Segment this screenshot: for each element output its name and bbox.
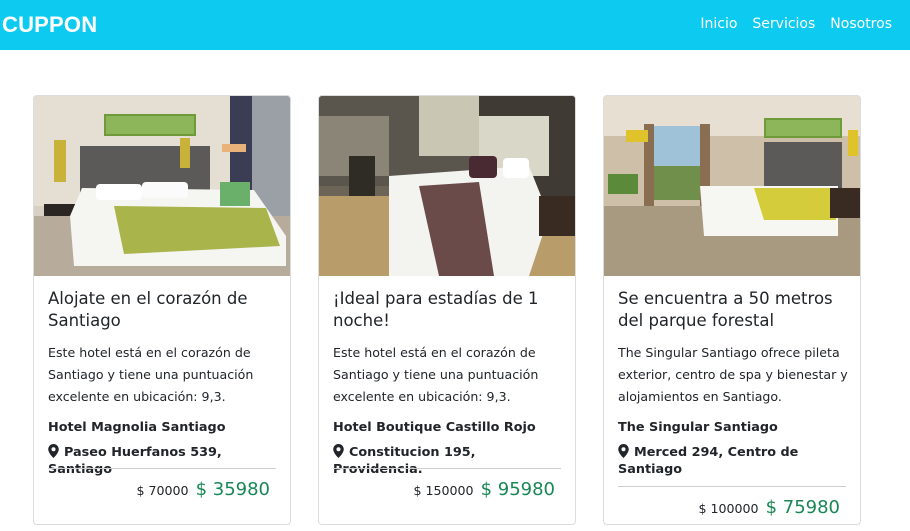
card-description: The Singular Santiago ofrece pileta exte… bbox=[618, 345, 848, 404]
address-text: Paseo Huerfanos 539, Santiago bbox=[48, 445, 222, 477]
nav-links: Inicio Servicios Nosotros bbox=[700, 16, 892, 32]
address-text: Merced 294, Centro de Santiago bbox=[618, 445, 799, 477]
map-marker-icon bbox=[333, 444, 344, 458]
hotel-image bbox=[34, 96, 290, 276]
card-title: ¡Ideal para estadías de 1 noche! bbox=[333, 289, 539, 330]
nav-link-inicio[interactable]: Inicio bbox=[700, 16, 737, 32]
new-price: $ 35980 bbox=[195, 479, 270, 500]
hotel-name: Hotel Magnolia Santiago bbox=[48, 420, 226, 435]
divider bbox=[618, 486, 846, 487]
brand-logo[interactable]: CUPPON bbox=[2, 12, 97, 38]
price-row: $ 100000 $ 75980 bbox=[698, 497, 840, 518]
hotel-address: Paseo Huerfanos 539, Santiago bbox=[48, 444, 280, 478]
navbar: CUPPON Inicio Servicios Nosotros bbox=[0, 0, 910, 50]
hotel-image bbox=[604, 96, 860, 276]
card-title: Se encuentra a 50 metros del parque fore… bbox=[618, 289, 833, 330]
new-price: $ 75980 bbox=[765, 497, 840, 518]
hotel-card: Se encuentra a 50 metros del parque fore… bbox=[603, 95, 861, 525]
hotel-name: The Singular Santiago bbox=[618, 420, 778, 435]
hotel-address: Constitucion 195, Providencia. bbox=[333, 444, 565, 478]
address-text: Constitucion 195, Providencia. bbox=[333, 445, 476, 477]
card-description: Este hotel está en el corazón de Santiag… bbox=[48, 345, 254, 404]
nav-link-nosotros[interactable]: Nosotros bbox=[830, 16, 892, 32]
hotel-name: Hotel Boutique Castillo Rojo bbox=[333, 420, 536, 435]
price-row: $ 70000 $ 35980 bbox=[136, 479, 270, 500]
price-row: $ 150000 $ 95980 bbox=[413, 479, 555, 500]
hotel-address: Merced 294, Centro de Santiago bbox=[618, 444, 850, 478]
old-price: $ 100000 bbox=[698, 501, 759, 516]
map-marker-icon bbox=[48, 444, 59, 458]
divider bbox=[48, 468, 276, 469]
hotel-card: ¡Ideal para estadías de 1 noche! Este ho… bbox=[318, 95, 576, 525]
nav-link-servicios[interactable]: Servicios bbox=[752, 16, 815, 32]
old-price: $ 150000 bbox=[413, 483, 474, 498]
hotel-image bbox=[319, 96, 575, 276]
old-price: $ 70000 bbox=[136, 483, 189, 498]
map-marker-icon bbox=[618, 444, 629, 458]
card-title: Alojate en el corazón de Santiago bbox=[48, 289, 248, 330]
card-description: Este hotel está en el corazón de Santiag… bbox=[333, 345, 539, 404]
divider bbox=[333, 468, 561, 469]
new-price: $ 95980 bbox=[480, 479, 555, 500]
hotel-card: Alojate en el corazón de Santiago Este h… bbox=[33, 95, 291, 525]
